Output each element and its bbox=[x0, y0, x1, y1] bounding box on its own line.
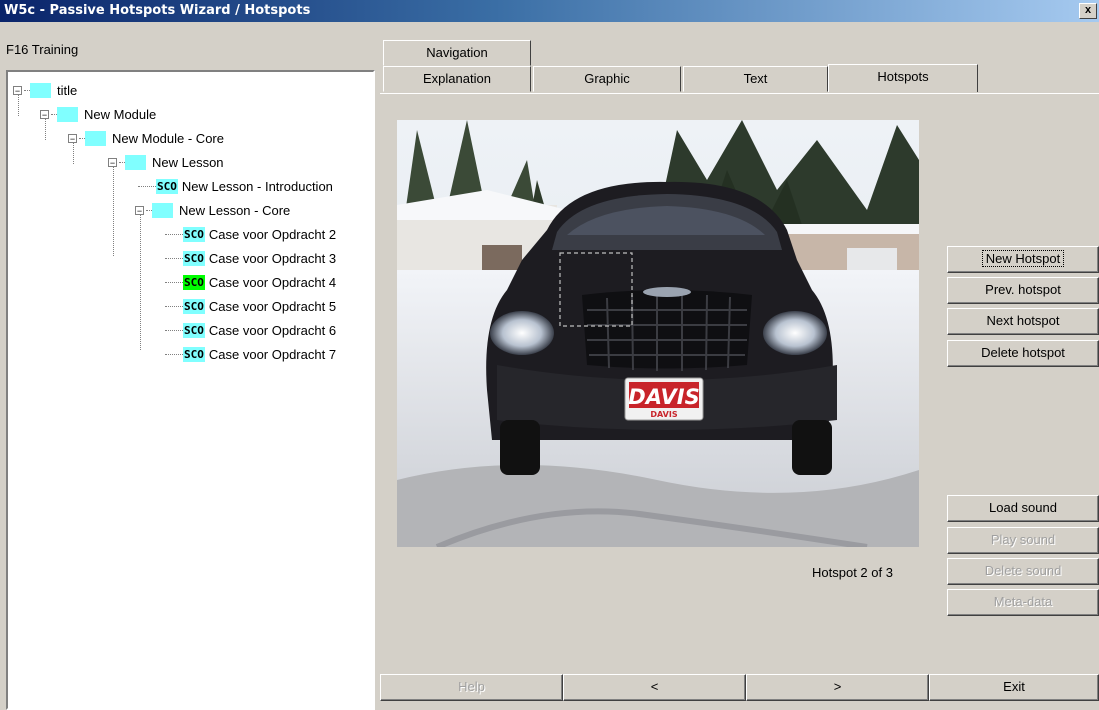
hotspot-counter: Hotspot 2 of 3 bbox=[812, 565, 893, 580]
tree-connector bbox=[140, 212, 141, 350]
plate-text: DAVIS bbox=[628, 385, 699, 409]
sco-icon: SCO bbox=[183, 298, 205, 314]
collapse-icon[interactable]: − bbox=[13, 85, 22, 95]
sco-icon: SCO bbox=[156, 178, 178, 194]
next-hotspot-button[interactable]: Next hotspot bbox=[947, 308, 1099, 335]
load-sound-button[interactable]: Load sound bbox=[947, 495, 1099, 522]
collapse-icon[interactable]: − bbox=[135, 205, 144, 215]
sco-icon: SCO bbox=[183, 274, 205, 290]
folder-icon bbox=[125, 154, 146, 170]
delete-hotspot-button[interactable]: Delete hotspot bbox=[947, 340, 1099, 367]
folder-icon bbox=[152, 202, 173, 218]
exit-button[interactable]: Exit bbox=[929, 674, 1099, 701]
tab-navigation[interactable]: Navigation bbox=[383, 40, 531, 66]
sco-icon: SCO bbox=[183, 250, 205, 266]
prev-page-button[interactable]: < bbox=[563, 674, 746, 701]
tree-node-label: New Lesson - Core bbox=[179, 202, 291, 218]
delete-sound-button[interactable]: Delete sound bbox=[947, 558, 1099, 585]
course-name: F16 Training bbox=[6, 42, 79, 57]
tree-node-case[interactable]: SCO Case voor Opdracht 5 bbox=[165, 297, 336, 315]
tree-node-title[interactable]: − title bbox=[13, 81, 77, 99]
tree-node-label: Case voor Opdracht 5 bbox=[208, 298, 337, 314]
tree-node-case-selected[interactable]: SCO Case voor Opdracht 4 bbox=[165, 273, 336, 291]
title-bar: W5c - Passive Hotspots Wizard / Hotspots… bbox=[0, 0, 1099, 22]
tree-node-lesson-core[interactable]: − New Lesson - Core bbox=[135, 201, 290, 219]
tree-node-case[interactable]: SCO Case voor Opdracht 2 bbox=[165, 225, 336, 243]
hotspot-image[interactable]: DAVIS DAVIS bbox=[397, 120, 919, 547]
tab-hotspots[interactable]: Hotspots bbox=[828, 64, 978, 92]
tree-node-label: New Module - Core bbox=[112, 130, 224, 146]
play-sound-button[interactable]: Play sound bbox=[947, 527, 1099, 554]
sco-icon: SCO bbox=[183, 346, 205, 362]
collapse-icon[interactable]: − bbox=[40, 109, 49, 119]
collapse-icon[interactable]: − bbox=[68, 133, 77, 143]
prev-hotspot-button[interactable]: Prev. hotspot bbox=[947, 277, 1099, 304]
folder-icon bbox=[85, 130, 106, 146]
tree-node-case[interactable]: SCO Case voor Opdracht 3 bbox=[165, 249, 336, 267]
tree-node-label: Case voor Opdracht 3 bbox=[208, 250, 337, 266]
sco-icon: SCO bbox=[183, 226, 205, 242]
sco-icon: SCO bbox=[183, 322, 205, 338]
meta-data-button[interactable]: Meta-data bbox=[947, 589, 1099, 616]
tree-node-label: New Lesson bbox=[152, 154, 224, 170]
tree-node-case[interactable]: SCO Case voor Opdracht 7 bbox=[165, 345, 336, 363]
tree-node-case[interactable]: SCO Case voor Opdracht 6 bbox=[165, 321, 336, 339]
tree-node-label: New Lesson - Introduction bbox=[181, 178, 333, 194]
new-hotspot-button[interactable]: New Hotspot bbox=[947, 246, 1099, 273]
folder-icon bbox=[57, 106, 78, 122]
tree-node-lesson[interactable]: − New Lesson bbox=[108, 153, 224, 171]
course-tree[interactable]: − title − New Module − New Module - Core… bbox=[6, 70, 375, 710]
tree-node-module-core[interactable]: − New Module - Core bbox=[68, 129, 224, 147]
tab-explanation[interactable]: Explanation bbox=[383, 66, 531, 92]
tab-text[interactable]: Text bbox=[683, 66, 828, 92]
tree-node-label: Case voor Opdracht 6 bbox=[208, 322, 337, 338]
collapse-icon[interactable]: − bbox=[108, 157, 117, 167]
help-button[interactable]: Help bbox=[380, 674, 563, 701]
tree-node-label: New Module bbox=[84, 106, 157, 122]
next-page-button[interactable]: > bbox=[746, 674, 929, 701]
tree-node-module[interactable]: − New Module bbox=[40, 105, 156, 123]
plate-subtext: DAVIS bbox=[650, 410, 677, 419]
window-title: W5c - Passive Hotspots Wizard / Hotspots bbox=[4, 3, 311, 18]
tree-node-label: Case voor Opdracht 7 bbox=[208, 346, 337, 362]
folder-icon bbox=[30, 82, 51, 98]
tree-node-label: Case voor Opdracht 4 bbox=[208, 274, 337, 290]
tree-node-lesson-intro[interactable]: SCO New Lesson - Introduction bbox=[138, 177, 333, 195]
tree-node-label: Case voor Opdracht 2 bbox=[208, 226, 337, 242]
tree-connector bbox=[113, 164, 114, 256]
close-icon[interactable]: x bbox=[1079, 3, 1097, 19]
tree-node-label: title bbox=[57, 82, 78, 98]
tab-graphic[interactable]: Graphic bbox=[533, 66, 681, 92]
